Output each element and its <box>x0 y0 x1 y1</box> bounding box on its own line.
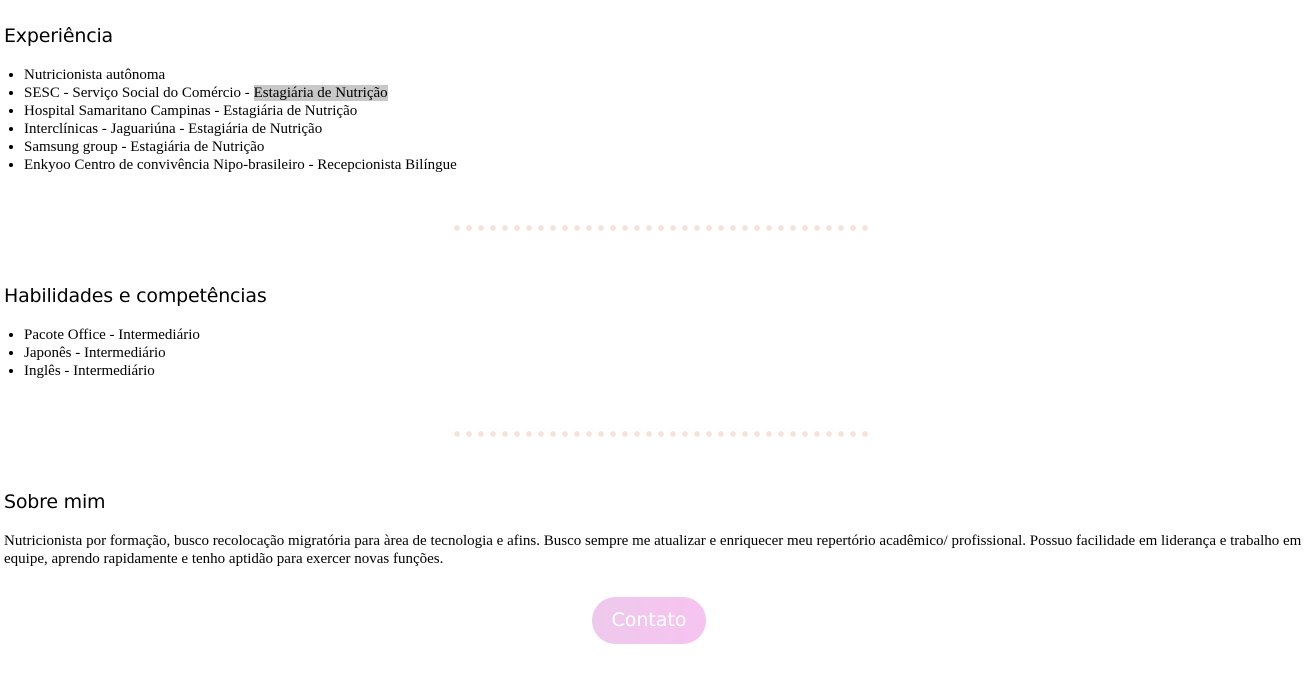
list-item: SESC - Serviço Social do Comércio - Esta… <box>24 84 1308 102</box>
dotted-divider <box>451 431 869 437</box>
skills-list: Pacote Office - Intermediário Japonês - … <box>4 326 1308 380</box>
list-item: Hospital Samaritano Campinas - Estagiári… <box>24 102 1308 120</box>
contact-button[interactable]: Contato <box>592 597 706 644</box>
experience-section: Experiência Nutricionista autônoma SESC … <box>4 24 1308 174</box>
about-text: Nutricionista por formação, busco recolo… <box>4 533 1302 567</box>
dotted-divider <box>451 225 869 231</box>
experience-title: Experiência <box>4 25 113 47</box>
selected-text: Estagiária de Nutrição <box>253 85 388 101</box>
experience-list: Nutricionista autônoma SESC - Serviço So… <box>4 66 1308 174</box>
list-item: Enkyoo Centro de convivência Nipo-brasil… <box>24 156 1308 174</box>
list-item: Inglês - Intermediário <box>24 362 1308 380</box>
list-item: Pacote Office - Intermediário <box>24 326 1308 344</box>
list-item: Interclínicas - Jaguariúna - Estagiária … <box>24 120 1308 138</box>
skills-title: Habilidades e competências <box>4 285 267 307</box>
about-title: Sobre mim <box>4 491 106 513</box>
list-item: Nutricionista autônoma <box>24 66 1308 84</box>
list-item: Samsung group - Estagiária de Nutrição <box>24 138 1308 156</box>
skills-section: Habilidades e competências Pacote Office… <box>4 284 1308 380</box>
list-item: Japonês - Intermediário <box>24 344 1308 362</box>
about-section: Sobre mim Nutricionista por formação, bu… <box>4 490 1308 568</box>
